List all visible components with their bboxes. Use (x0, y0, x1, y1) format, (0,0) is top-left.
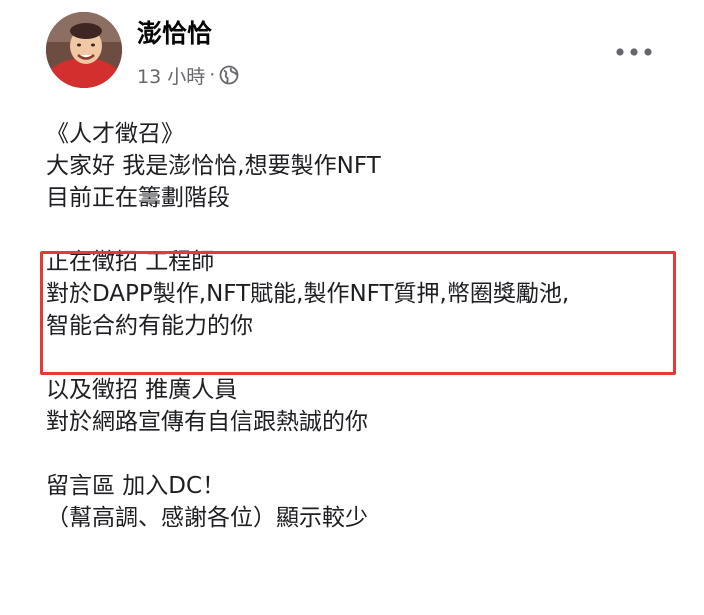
post-time[interactable]: 13 小時 (137, 62, 205, 89)
post-line: 智能合約有能力的你 (46, 313, 253, 339)
facebook-post: 澎恰恰 13 小時 · 《人才徵召》 大家好 我是澎恰恰,想要製作NFT 目前正… (0, 0, 704, 615)
avatar-image (46, 12, 122, 88)
meta-separator: · (209, 64, 216, 86)
post-content: 《人才徵召》 大家好 我是澎恰恰,想要製作NFT 目前正在籌劃階段 正在徵招 工… (46, 118, 569, 534)
post-meta: 13 小時 · (137, 62, 239, 88)
post-line: 《人才徵召》 (46, 121, 184, 147)
post-line: 正在徵招 工程師 (46, 249, 215, 275)
globe-icon[interactable] (219, 65, 239, 85)
post-line: （幫高調、感謝各位）顯示較少 (46, 505, 368, 531)
author-name[interactable]: 澎恰恰 (137, 18, 212, 50)
post-line: 留言區 加入DC！ (46, 473, 226, 499)
more-options-icon (616, 48, 652, 56)
post-line: 大家好 我是澎恰恰,想要製作NFT (46, 153, 381, 179)
avatar[interactable] (46, 12, 122, 88)
post-line: 目前正在籌劃階段 (46, 185, 230, 211)
post-line: 對於DAPP製作,NFT賦能,製作NFT質押,幣圈獎勵池, (46, 281, 570, 307)
post-line: 對於網路宣傳有自信跟熱誠的你 (46, 409, 368, 435)
post-line: 以及徵招 推廣人員 (46, 377, 238, 403)
more-options-button[interactable] (612, 36, 656, 68)
